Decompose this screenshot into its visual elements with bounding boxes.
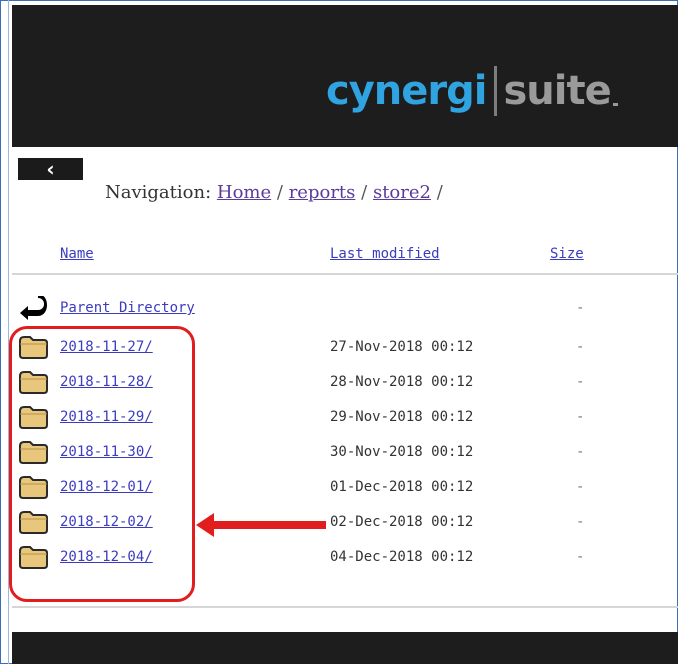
size-cell: - (576, 479, 585, 495)
breadcrumb-label: Navigation: (105, 182, 212, 203)
highlight-box (9, 326, 195, 602)
back-button[interactable]: ‹ (18, 157, 83, 181)
breadcrumb-reports-link[interactable]: reports (289, 182, 356, 203)
column-header-name[interactable]: Name (60, 246, 94, 262)
column-header-size[interactable]: Size (550, 246, 584, 262)
site-footer (12, 632, 678, 664)
size-cell: - (576, 409, 585, 425)
size-cell: - (576, 549, 585, 565)
modified-cell: 02-Dec-2018 00:12 (330, 514, 474, 530)
modified-cell: 04-Dec-2018 00:12 (330, 549, 474, 565)
site-header: cynergi suite (12, 5, 678, 147)
modified-cell: 01-Dec-2018 00:12 (330, 479, 474, 495)
chevron-left-icon: ‹ (46, 157, 55, 181)
back-arrow-icon (20, 296, 47, 320)
parent-directory-row: Parent Directory - (0, 294, 678, 326)
size-cell: - (576, 374, 585, 390)
parent-directory-link[interactable]: Parent Directory (60, 300, 195, 316)
breadcrumb-separator: / (276, 182, 283, 203)
red-arrow-icon (196, 513, 326, 537)
size-cell: - (576, 300, 585, 316)
modified-cell: 28-Nov-2018 00:12 (330, 374, 474, 390)
table-bottom-divider (12, 606, 678, 608)
logo-divider (494, 66, 498, 116)
size-cell: - (576, 444, 585, 460)
breadcrumb-separator: / (436, 182, 443, 203)
cynergi-suite-logo: cynergi suite (326, 63, 618, 119)
size-cell: - (576, 339, 585, 355)
table-top-divider (12, 273, 678, 275)
logo-underscore (612, 102, 618, 106)
breadcrumb-store2-link[interactable]: store2 (373, 182, 431, 203)
logo-suite-text: suite (503, 68, 611, 114)
modified-cell: 29-Nov-2018 00:12 (330, 409, 474, 425)
logo-cynergi-text: cynergi (326, 68, 487, 114)
size-cell: - (576, 514, 585, 530)
column-header-last-modified[interactable]: Last modified (330, 246, 440, 262)
breadcrumb: Navigation: Home / reports / store2 / (105, 182, 443, 203)
modified-cell: 30-Nov-2018 00:12 (330, 444, 474, 460)
breadcrumb-separator: / (361, 182, 368, 203)
modified-cell: 27-Nov-2018 00:12 (330, 339, 474, 355)
breadcrumb-home-link[interactable]: Home (217, 182, 271, 203)
